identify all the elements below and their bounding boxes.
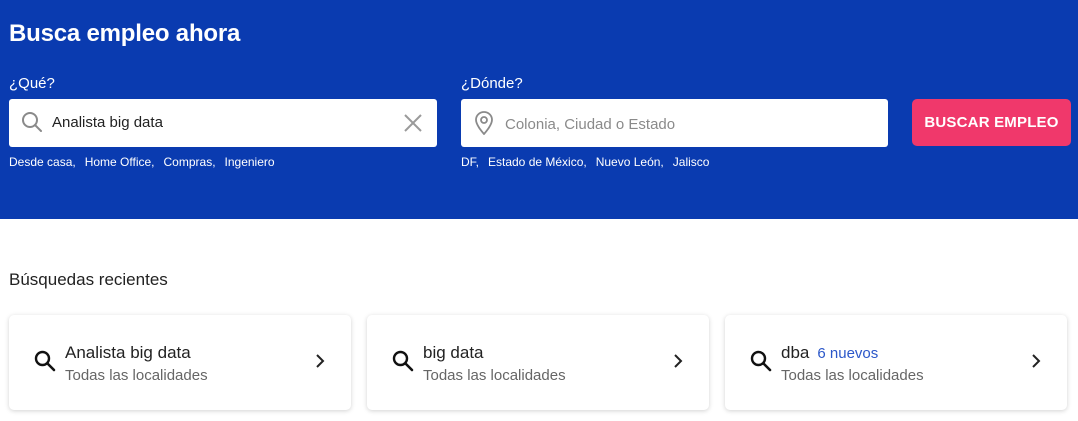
search-button[interactable]: BUSCAR EMPLEO bbox=[912, 99, 1071, 146]
search-icon bbox=[21, 111, 43, 138]
location-pin-icon bbox=[475, 111, 493, 140]
where-label: ¿Dónde? bbox=[461, 75, 523, 92]
where-suggestions: DF, Estado de México, Nuevo León, Jalisc… bbox=[461, 155, 718, 169]
page-title: Busca empleo ahora bbox=[9, 20, 241, 47]
chevron-right-icon bbox=[1031, 353, 1041, 374]
search-hero: Busca empleo ahora ¿Qué? Analista big da… bbox=[0, 0, 1078, 219]
recent-search-card[interactable]: Analista big data Todas las localidades bbox=[9, 315, 351, 410]
where-field[interactable] bbox=[461, 99, 888, 147]
suggestion-link[interactable]: Jalisco bbox=[673, 155, 710, 169]
recent-search-title: dba 6 nuevos bbox=[781, 343, 878, 363]
suggestion-link[interactable]: Home Office, bbox=[85, 155, 155, 169]
chevron-right-icon bbox=[673, 353, 683, 374]
what-input[interactable]: Analista big data bbox=[52, 114, 163, 131]
search-icon bbox=[392, 350, 414, 377]
suggestion-link[interactable]: Nuevo León, bbox=[596, 155, 664, 169]
suggestion-link[interactable]: Compras, bbox=[164, 155, 216, 169]
recent-search-query: dba bbox=[781, 343, 810, 362]
recent-search-query: Analista big data bbox=[65, 343, 191, 362]
recent-search-card[interactable]: dba 6 nuevos Todas las localidades bbox=[725, 315, 1067, 410]
recent-search-location: Todas las localidades bbox=[65, 367, 208, 384]
search-icon bbox=[750, 350, 772, 377]
what-field[interactable]: Analista big data bbox=[9, 99, 437, 147]
chevron-right-icon bbox=[315, 353, 325, 374]
where-input[interactable] bbox=[503, 111, 867, 137]
new-results-badge: 6 nuevos bbox=[817, 345, 879, 362]
suggestion-link[interactable]: Desde casa, bbox=[9, 155, 76, 169]
suggestion-link[interactable]: DF, bbox=[461, 155, 479, 169]
recent-searches-title: Búsquedas recientes bbox=[9, 270, 168, 289]
suggestion-link[interactable]: Estado de México, bbox=[488, 155, 587, 169]
recent-search-query: big data bbox=[423, 343, 484, 362]
recent-search-title: big data bbox=[423, 343, 484, 363]
recent-search-location: Todas las localidades bbox=[781, 367, 924, 384]
recent-search-card[interactable]: big data Todas las localidades bbox=[367, 315, 709, 410]
recent-search-title: Analista big data bbox=[65, 343, 191, 363]
suggestion-link[interactable]: Ingeniero bbox=[225, 155, 275, 169]
search-icon bbox=[34, 350, 56, 377]
what-suggestions: Desde casa, Home Office, Compras, Ingeni… bbox=[9, 155, 284, 169]
recent-search-location: Todas las localidades bbox=[423, 367, 566, 384]
close-icon[interactable] bbox=[402, 112, 424, 139]
what-label: ¿Qué? bbox=[9, 75, 55, 92]
